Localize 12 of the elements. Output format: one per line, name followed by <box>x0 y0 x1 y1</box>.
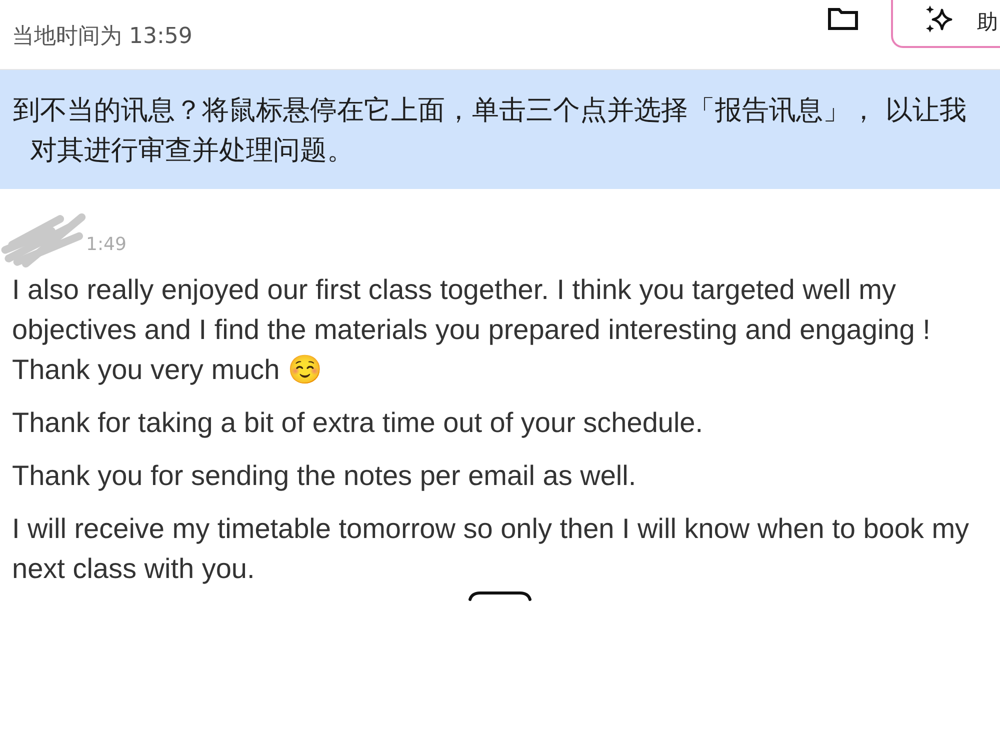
rounded-edge-icon <box>468 591 532 601</box>
notice-text: 到不当的讯息？将鼠标悬停在它上面，单击三个点并选择「报告讯息」， 以让我 <box>12 94 967 128</box>
sparkle-icon <box>925 5 955 33</box>
message-text: I will receive my timetable tomorrow so only then I will know when to book my next class with you. <box>12 512 970 586</box>
notice-text: 对其进行审查并处理问题。 <box>29 134 354 168</box>
message-text: Thank you for sending the notes per email as well. <box>12 459 638 493</box>
message-text: I also really enjoyed our first class together. I think you targeted well my objectives and I find the materials you prepared interesting and engaging ! Thank you very much ☺ <box>12 273 932 387</box>
folder-icon[interactable] <box>828 8 858 30</box>
assistant-button[interactable]: 助 <box>891 0 1000 48</box>
message-text: Thank for taking a bit of extra time out of your schedule. <box>12 406 704 440</box>
local-time-text: 当地时间为 13:59 <box>12 23 192 51</box>
message-timestamp: 1:49 <box>86 234 126 256</box>
